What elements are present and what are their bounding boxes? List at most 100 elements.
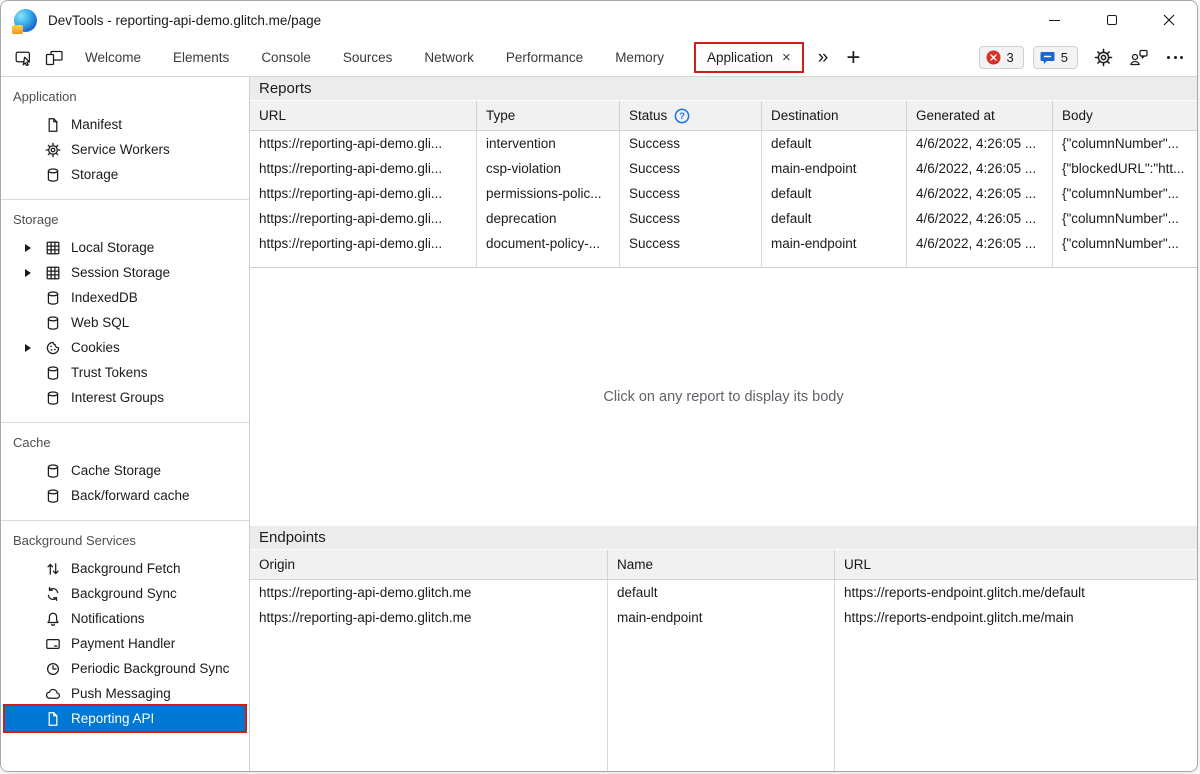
section-title-cache: Cache <box>13 435 51 450</box>
sidebar-item-background-sync[interactable]: Background Sync <box>1 581 249 606</box>
gear-icon <box>1094 48 1113 67</box>
sidebar-item-push-messaging[interactable]: Push Messaging <box>1 681 249 706</box>
database-icon <box>45 290 61 306</box>
sidebar-item-payment-handler[interactable]: Payment Handler <box>1 631 249 656</box>
report-cell-type[interactable]: intervention <box>477 131 620 156</box>
report-cell-generated-at[interactable]: 4/6/2022, 4:26:05 ... <box>907 131 1053 156</box>
endpoint-cell-url[interactable]: https://reports-endpoint.glitch.me/defau… <box>835 580 1197 605</box>
table-grid-icon <box>45 265 61 281</box>
window-controls <box>1026 1 1197 39</box>
sidebar-item-web-sql[interactable]: Web SQL <box>1 310 249 335</box>
report-cell-destination[interactable]: main-endpoint <box>762 156 907 181</box>
report-cell-body[interactable]: {"columnNumber"... <box>1053 181 1197 206</box>
report-cell-destination[interactable]: default <box>762 206 907 231</box>
report-cell-type[interactable]: permissions-polic... <box>477 181 620 206</box>
sidebar-section-storage: Storage Local Storage Session Storage In… <box>1 200 249 423</box>
more-options-button[interactable] <box>1167 56 1183 59</box>
device-emulation-button[interactable] <box>39 43 69 73</box>
sidebar-item-manifest[interactable]: Manifest <box>1 112 249 137</box>
tab-memory[interactable]: Memory <box>599 39 680 76</box>
report-cell-generated-at[interactable]: 4/6/2022, 4:26:05 ... <box>907 156 1053 181</box>
report-cell-destination[interactable]: default <box>762 131 907 156</box>
report-cell-generated-at[interactable]: 4/6/2022, 4:26:05 ... <box>907 206 1053 231</box>
report-cell-destination[interactable]: main-endpoint <box>762 231 907 256</box>
gear-icon <box>45 142 61 158</box>
devtools-logo-icon <box>12 8 37 34</box>
add-tab-button[interactable]: + <box>837 43 869 71</box>
feedback-button[interactable] <box>1129 49 1149 66</box>
more-tabs-button[interactable]: » <box>809 47 838 69</box>
sidebar-item-indexeddb[interactable]: IndexedDB <box>1 285 249 310</box>
report-cell-type[interactable]: document-policy-... <box>477 231 620 256</box>
report-cell-url[interactable]: https://reporting-api-demo.gli... <box>250 231 477 256</box>
tab-application-highlighted[interactable]: Application × <box>693 42 804 73</box>
report-cell-status[interactable]: Success <box>620 206 762 231</box>
report-cell-url[interactable]: https://reporting-api-demo.gli... <box>250 181 477 206</box>
tab-performance[interactable]: Performance <box>490 39 599 76</box>
fetch-arrows-icon <box>45 561 61 577</box>
report-cell-url[interactable]: https://reporting-api-demo.gli... <box>250 131 477 156</box>
tab-welcome[interactable]: Welcome <box>69 39 157 76</box>
sidebar-item-label: Cache Storage <box>71 463 162 478</box>
database-icon <box>45 463 61 479</box>
section-title-application: Application <box>13 89 77 104</box>
report-cell-body[interactable]: {"columnNumber"... <box>1053 206 1197 231</box>
endpoint-cell-origin[interactable]: https://reporting-api-demo.glitch.me <box>250 580 608 605</box>
report-cell-body[interactable]: {"blockedURL":"htt... <box>1053 156 1197 181</box>
settings-button[interactable] <box>1094 48 1113 67</box>
close-button[interactable] <box>1140 1 1197 39</box>
inspect-element-button[interactable] <box>9 43 39 73</box>
endpoint-cell-name[interactable]: default <box>608 580 835 605</box>
endpoint-cell-name[interactable]: main-endpoint <box>608 605 835 630</box>
sidebar-item-service-workers[interactable]: Service Workers <box>1 137 249 162</box>
report-cell-body[interactable]: {"columnNumber"... <box>1053 231 1197 256</box>
sidebar-item-trust-tokens[interactable]: Trust Tokens <box>1 360 249 385</box>
sidebar-item-local-storage[interactable]: Local Storage <box>1 235 249 260</box>
tab-network[interactable]: Network <box>408 39 490 76</box>
expand-arrow-icon <box>25 268 31 277</box>
minimize-button[interactable] <box>1026 1 1083 39</box>
reports-placeholder: Click on any report to display its body <box>603 389 844 405</box>
endpoint-cell-url[interactable]: https://reports-endpoint.glitch.me/main <box>835 605 1197 630</box>
error-badge[interactable]: 3 <box>978 46 1024 69</box>
tab-console[interactable]: Console <box>245 39 327 76</box>
report-cell-body[interactable]: {"columnNumber"... <box>1053 131 1197 156</box>
issues-badge[interactable]: 5 <box>1032 46 1078 69</box>
sidebar-item-notifications[interactable]: Notifications <box>1 606 249 631</box>
sidebar-item-background-fetch[interactable]: Background Fetch <box>1 556 249 581</box>
sidebar-item-label: Reporting API <box>71 711 155 726</box>
report-cell-url[interactable]: https://reporting-api-demo.gli... <box>250 206 477 231</box>
section-title-background-services: Background Services <box>13 533 136 548</box>
help-icon[interactable]: ? <box>674 108 690 124</box>
report-cell-destination[interactable]: default <box>762 181 907 206</box>
column-header-origin: Origin <box>250 550 608 580</box>
report-cell-generated-at[interactable]: 4/6/2022, 4:26:05 ... <box>907 181 1053 206</box>
tab-close-icon[interactable]: × <box>782 50 791 65</box>
sidebar-item-label: IndexedDB <box>71 290 138 305</box>
report-cell-type[interactable]: deprecation <box>477 206 620 231</box>
sidebar-item-back-forward-cache[interactable]: Back/forward cache <box>1 483 249 508</box>
report-cell-status[interactable]: Success <box>620 131 762 156</box>
sidebar-item-reporting-api-selected[interactable]: Reporting API <box>3 704 247 733</box>
sync-icon <box>45 586 61 602</box>
sidebar-item-interest-groups[interactable]: Interest Groups <box>1 385 249 410</box>
report-cell-generated-at[interactable]: 4/6/2022, 4:26:05 ... <box>907 231 1053 256</box>
devtools-content: Application Manifest Service Workers Sto… <box>1 77 1197 771</box>
sidebar-section-background-services: Background Services Background Fetch Bac… <box>1 521 249 743</box>
report-cell-status[interactable]: Success <box>620 231 762 256</box>
file-icon <box>45 711 61 727</box>
plus-icon: + <box>846 43 861 71</box>
report-cell-status[interactable]: Success <box>620 181 762 206</box>
endpoint-cell-origin[interactable]: https://reporting-api-demo.glitch.me <box>250 605 608 630</box>
report-cell-url[interactable]: https://reporting-api-demo.gli... <box>250 156 477 181</box>
sidebar-item-periodic-background-sync[interactable]: Periodic Background Sync <box>1 656 249 681</box>
report-cell-type[interactable]: csp-violation <box>477 156 620 181</box>
sidebar-item-session-storage[interactable]: Session Storage <box>1 260 249 285</box>
tab-sources[interactable]: Sources <box>327 39 409 76</box>
sidebar-item-cache-storage[interactable]: Cache Storage <box>1 458 249 483</box>
sidebar-item-cookies[interactable]: Cookies <box>1 335 249 360</box>
sidebar-item-storage[interactable]: Storage <box>1 162 249 187</box>
tab-elements[interactable]: Elements <box>157 39 245 76</box>
report-cell-status[interactable]: Success <box>620 156 762 181</box>
maximize-button[interactable] <box>1083 1 1140 39</box>
